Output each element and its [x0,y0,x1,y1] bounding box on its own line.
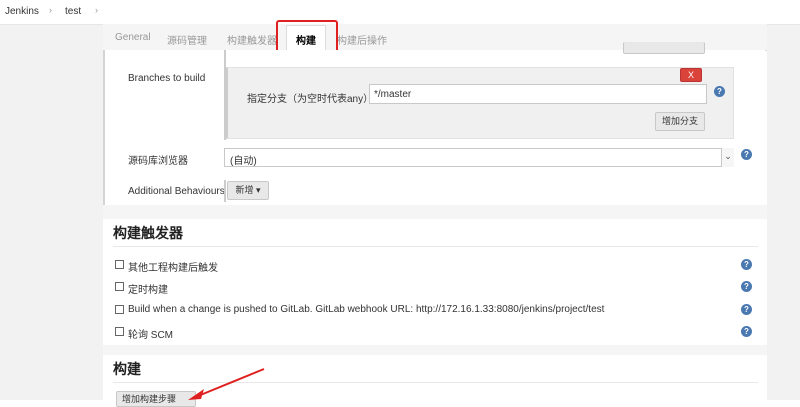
tab-build-triggers[interactable]: 构建触发器 [227,32,277,47]
branch-specifier-input[interactable] [369,84,707,104]
trigger-checkbox-poll-scm[interactable] [115,327,124,336]
repo-browser-value: (自动) [230,156,257,167]
tab-post-build[interactable]: 构建后操作 [337,32,387,47]
trigger-label-gitlab: Build when a change is pushed to GitLab.… [128,304,605,315]
trigger-label-poll-scm: 轮询 SCM [128,330,173,341]
help-icon[interactable]: ? [741,326,752,337]
collapsed-button[interactable] [623,42,705,54]
help-icon[interactable]: ? [741,304,752,315]
scm-section-border [103,50,105,205]
trigger-label-upstream: 其他工程构建后触发 [128,263,218,274]
additional-behaviours-label: Additional Behaviours [128,186,225,197]
caret-down-icon: ▾ [256,185,261,195]
add-behaviour-button[interactable]: 新增 ▾ [227,181,269,200]
add-behaviour-label: 新增 [235,185,254,195]
breadcrumb-separator: › [49,5,52,15]
branches-to-build-label: Branches to build [128,73,206,84]
breadcrumb [0,0,800,25]
add-build-step-button[interactable]: 增加构建步骤 [116,391,196,407]
trigger-checkbox-gitlab[interactable] [115,305,124,314]
breadcrumb-jenkins[interactable]: Jenkins [5,6,39,17]
help-icon[interactable]: ? [741,259,752,270]
delete-branch-button[interactable]: X [680,68,702,82]
breadcrumb-separator: › [95,5,98,15]
chevron-down-icon[interactable]: ⌄ [721,148,734,167]
build-section-title: 构建 [113,361,141,377]
trigger-checkbox-upstream[interactable] [115,260,124,269]
repo-browser-select[interactable]: (自动) [224,148,734,167]
repo-browser-label: 源码库浏览器 [128,156,188,167]
help-icon[interactable]: ? [741,149,752,160]
branch-specifier-label: 指定分支（为空时代表any） [247,94,374,105]
right-gutter [767,24,800,400]
help-icon[interactable]: ? [741,281,752,292]
add-branch-button[interactable]: 增加分支 [655,112,705,131]
behaviours-border [224,180,226,202]
help-icon[interactable]: ? [714,86,725,97]
breadcrumb-test[interactable]: test [65,6,81,17]
section-gap [103,345,767,355]
section-gap [103,205,767,219]
tab-scm[interactable]: 源码管理 [167,32,207,47]
tab-general[interactable]: General [115,32,151,43]
build-triggers-title: 构建触发器 [113,225,183,241]
divider [113,246,758,247]
divider [113,382,758,383]
add-build-step-label: 增加构建步骤 [122,394,177,404]
trigger-label-periodic: 定时构建 [128,285,168,296]
left-gutter [0,24,103,400]
trigger-checkbox-periodic[interactable] [115,282,124,291]
